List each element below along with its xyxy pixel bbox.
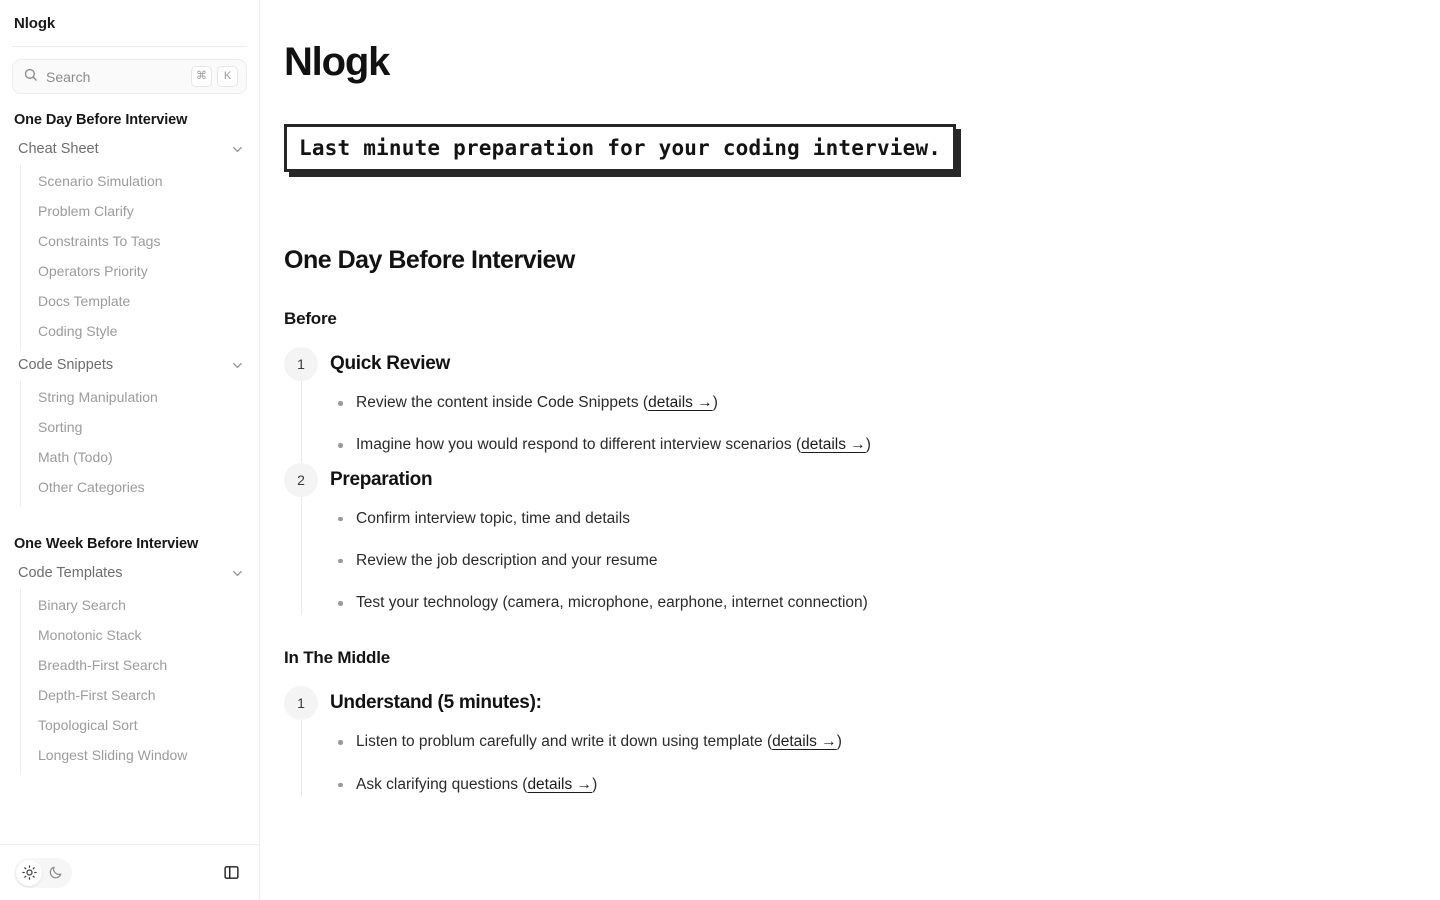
step-item: 1 Quick Review Review the content inside C… (284, 347, 1396, 479)
sidebar-item-monotonic-stack[interactable]: Monotonic Stack (21, 620, 259, 650)
sidebar-item-breadth-first-search[interactable]: Breadth-First Search (21, 650, 259, 680)
sidebar-section-items: Scenario Simulation Problem Clarify Constr… (20, 164, 259, 350)
chevron-down-icon[interactable] (230, 142, 245, 157)
step-item: 1 Understand (5 minutes): Listen to problu… (284, 686, 1396, 796)
sidebar-section-label: Code Templates (18, 565, 123, 581)
bullet-item: Confirm interview topic, time and detail… (330, 507, 1396, 530)
bullet-item: Listen to problum carefully and write it… (330, 730, 1396, 753)
step-list: 1 Quick Review Review the content inside C… (284, 347, 1396, 615)
bullet-text-suffix: ) (865, 436, 871, 454)
sidebar-item-sorting[interactable]: Sorting (21, 412, 259, 442)
bullet-text: Ask clarifying questions ( (356, 775, 528, 793)
step-list: 1 Understand (5 minutes): Listen to problu… (284, 686, 1396, 796)
step-connector-line (300, 720, 302, 796)
tagline-banner: Last minute preparation for your coding … (284, 124, 957, 172)
bullet-text: Confirm interview topic, time and detail… (356, 509, 630, 527)
sidebar-item-math-todo[interactable]: Math (Todo) (21, 442, 259, 472)
bullet-item: Review the job description and your resu… (330, 549, 1396, 572)
theme-toggle[interactable] (14, 857, 72, 888)
sidebar-section-code-templates[interactable]: Code Templates (0, 558, 259, 588)
details-link[interactable]: details → (527, 776, 592, 793)
step-bullets: Review the content inside Code Snippets … (330, 391, 1396, 457)
moon-icon[interactable] (42, 860, 68, 886)
bullet-text-suffix: ) (836, 733, 842, 751)
sidebar-item-depth-first-search[interactable]: Depth-First Search (21, 680, 259, 710)
sidebar-brand-label: Nlogk (14, 14, 56, 32)
step-bullets: Listen to problum carefully and write it… (330, 730, 1396, 796)
subsection-heading: In The Middle (284, 648, 391, 668)
page-title: Nlogk (284, 40, 390, 84)
sidebar-section-code-snippets[interactable]: Code Snippets (0, 350, 259, 380)
bullet-text-suffix: ) (592, 775, 598, 793)
sidebar-item-docs-template[interactable]: Docs Template (21, 286, 259, 316)
search-shortcut: ⌘ K (191, 66, 238, 87)
sidebar-section-cheat-sheet[interactable]: Cheat Sheet (0, 134, 259, 164)
sidebar: Nlogk Search ⌘ K One Day Before Intervie… (0, 0, 260, 900)
sidebar-group-title: One Week Before Interview (14, 536, 199, 552)
sidebar-section-items: Binary Search Monotonic Stack Breadth-Firs… (20, 588, 259, 774)
step-bullets: Confirm interview topic, time and detail… (330, 507, 1396, 615)
sidebar-item-other-categories[interactable]: Other Categories (21, 472, 259, 502)
sidebar-brand[interactable]: Nlogk (0, 0, 259, 46)
bullet-text: Test your technology (camera, microphone… (356, 594, 868, 611)
sidebar-item-binary-search[interactable]: Binary Search (21, 590, 259, 620)
sidebar-section-items: String Manipulation Sorting Math (Todo) Oth… (20, 380, 259, 506)
step-item: 2 Preparation Confirm interview topic, tim… (284, 462, 1396, 615)
sidebar-section-label: Cheat Sheet (18, 141, 99, 157)
bullet-item: Test your technology (camera, microphone… (330, 591, 1396, 614)
sidebar-nav[interactable]: One Day Before Interview Cheat Sheet Scena… (0, 94, 259, 844)
bullet-text-suffix: ) (712, 394, 718, 411)
sidebar-section-label: Code Snippets (18, 357, 114, 373)
bullet-text: Imagine how you would respond to differe… (356, 436, 802, 454)
sidebar-item-constraints-to-tags[interactable]: Constraints To Tags (21, 226, 259, 256)
step-title: Quick Review (330, 353, 450, 374)
search-input[interactable]: Search ⌘ K (12, 59, 247, 94)
bullet-text: Review the job description and your resu… (356, 551, 658, 569)
sun-icon[interactable] (16, 859, 42, 886)
subsection-heading: Before (284, 309, 337, 328)
bullet-text: Listen to problum carefully and write it… (356, 733, 773, 751)
sidebar-item-topological-sort[interactable]: Topological Sort (21, 710, 259, 740)
search-icon (23, 67, 38, 87)
content-blocks: Before 1 Quick Review Review the content in… (284, 309, 1396, 796)
details-link[interactable]: details → (801, 436, 866, 453)
sidebar-item-scenario-simulation[interactable]: Scenario Simulation (21, 166, 259, 196)
bullet-item: Imagine how you would respond to differe… (330, 433, 1396, 456)
step-title: Understand (5 minutes): (330, 692, 542, 714)
bullet-item: Ask clarifying questions (details →) (330, 773, 1396, 796)
bullet-text: Review the content inside Code Snippets … (356, 394, 649, 411)
step-number-badge: 1 (284, 347, 318, 381)
sidebar-group-title: One Day Before Interview (14, 112, 188, 128)
bullet-item: Review the content inside Code Snippets … (330, 391, 1396, 414)
step-title: Preparation (330, 468, 433, 490)
search-placeholder: Search (46, 68, 91, 85)
main-inner: Nlogk Last minute preparation for your c… (260, 40, 1440, 796)
sidebar-item-coding-style[interactable]: Coding Style (21, 316, 259, 346)
app-root: Nlogk Search ⌘ K One Day Before Intervie… (0, 0, 1440, 900)
sidebar-footer (0, 844, 259, 900)
sidebar-item-string-manipulation[interactable]: String Manipulation (21, 382, 259, 412)
sidebar-item-longest-sliding-window[interactable]: Longest Sliding Window (21, 740, 259, 770)
sidebar-item-problem-clarify[interactable]: Problem Clarify (21, 196, 259, 226)
details-link[interactable]: details → (648, 394, 713, 411)
kbd-command: ⌘ (191, 66, 212, 87)
step-connector-line (300, 496, 302, 615)
step-number-badge: 2 (284, 462, 318, 497)
sidebar-search-wrap: Search ⌘ K (0, 47, 259, 94)
sidebar-item-operators-priority[interactable]: Operators Priority (21, 256, 259, 286)
details-link[interactable]: details → (772, 733, 837, 750)
chevron-down-icon[interactable] (230, 358, 245, 373)
main-content: Nlogk Last minute preparation for your c… (260, 0, 1440, 900)
chevron-down-icon[interactable] (230, 566, 245, 581)
kbd-k: K (217, 66, 238, 87)
step-number-badge: 1 (284, 686, 318, 721)
sidebar-panel-icon[interactable] (217, 859, 245, 887)
section-heading: One Day Before Interview (284, 246, 575, 274)
